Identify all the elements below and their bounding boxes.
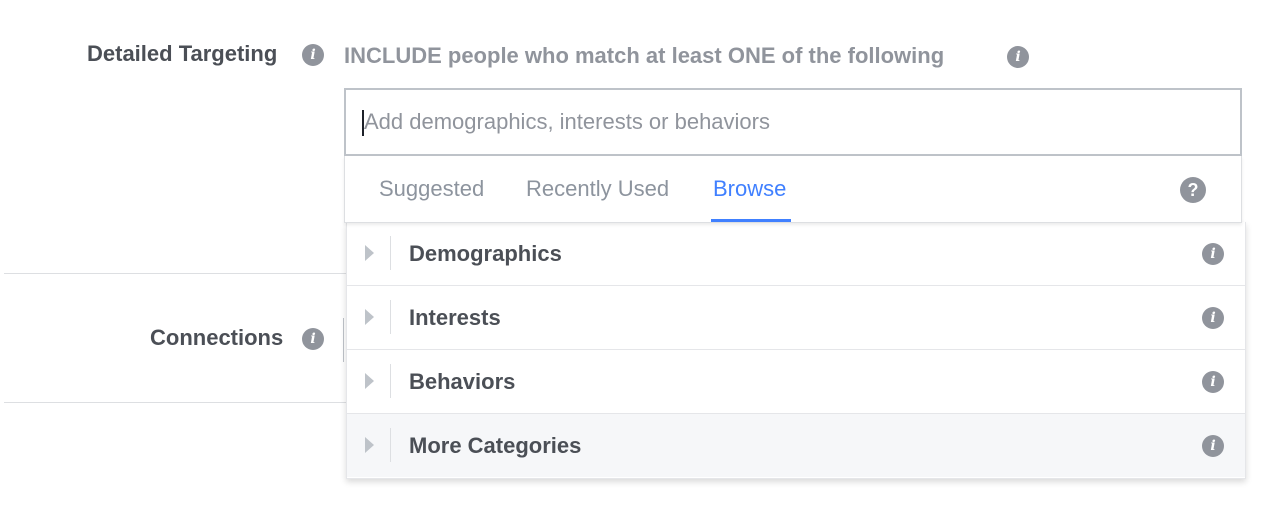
info-icon[interactable]: i bbox=[302, 44, 324, 66]
include-heading: INCLUDE people who match at least ONE of… bbox=[344, 43, 945, 68]
info-icon[interactable]: i bbox=[1202, 243, 1224, 265]
caret-right-icon[interactable] bbox=[365, 309, 374, 325]
info-icon[interactable]: i bbox=[1202, 307, 1224, 329]
targeting-search-input[interactable] bbox=[364, 90, 1224, 154]
detailed-targeting-label: Detailed Targeting bbox=[87, 41, 278, 66]
info-icon[interactable]: i bbox=[1007, 46, 1029, 68]
caret-right-icon[interactable] bbox=[365, 437, 374, 453]
row-separator bbox=[390, 364, 391, 398]
row-separator bbox=[390, 428, 391, 462]
section-divider-bottom bbox=[4, 402, 346, 403]
tab-browse[interactable]: Browse bbox=[713, 176, 786, 202]
row-separator bbox=[390, 236, 391, 270]
category-label: Interests bbox=[409, 305, 501, 330]
category-row-demographics[interactable]: Demographics i bbox=[347, 222, 1245, 286]
category-row-interests[interactable]: Interests i bbox=[347, 286, 1245, 350]
info-icon[interactable]: i bbox=[302, 328, 324, 350]
connections-label: Connections bbox=[150, 325, 284, 350]
category-row-more-categories[interactable]: More Categories i bbox=[347, 414, 1245, 477]
tab-recently-used[interactable]: Recently Used bbox=[526, 176, 669, 202]
help-icon[interactable]: ? bbox=[1180, 177, 1206, 203]
targeting-tabs: Suggested Recently Used Browse ? bbox=[344, 156, 1242, 223]
category-label: Demographics bbox=[409, 241, 562, 266]
info-icon[interactable]: i bbox=[1202, 371, 1224, 393]
caret-right-icon[interactable] bbox=[365, 245, 374, 261]
caret-right-icon[interactable] bbox=[365, 373, 374, 389]
targeting-search-box[interactable] bbox=[344, 88, 1242, 156]
category-label: Behaviors bbox=[409, 369, 516, 394]
info-icon[interactable]: i bbox=[1202, 435, 1224, 457]
active-tab-indicator bbox=[711, 219, 791, 222]
section-divider-top bbox=[4, 273, 346, 274]
category-row-behaviors[interactable]: Behaviors i bbox=[347, 350, 1245, 414]
browse-category-list: Demographics i Interests i Behaviors i M… bbox=[346, 222, 1246, 479]
tab-suggested[interactable]: Suggested bbox=[379, 176, 484, 202]
category-label: More Categories bbox=[409, 433, 582, 458]
row-separator bbox=[390, 300, 391, 334]
